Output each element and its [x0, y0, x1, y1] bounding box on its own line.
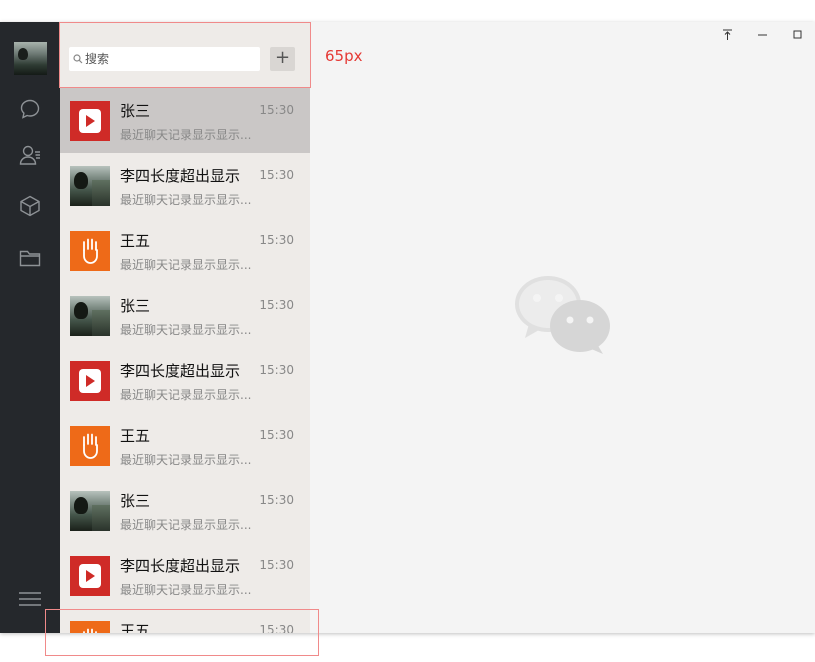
chat-list-item[interactable]: 李四长度超出显示 15:30 最近聊天记录显示显示... — [60, 153, 310, 218]
red-play-avatar — [70, 101, 110, 141]
chat-list-item[interactable]: 王五 15:30 最近聊天记录显示显示... — [60, 413, 310, 478]
chat-time: 15:30 — [259, 493, 294, 507]
chat-name: 李四长度超出显示 — [120, 557, 241, 575]
chat-preview: 最近聊天记录显示显示... — [120, 388, 252, 402]
chat-list-item[interactable]: 李四长度超出显示 15:30 最近聊天记录显示显示... — [60, 348, 310, 413]
chat-time: 15:30 — [259, 558, 294, 572]
menu-icon[interactable] — [18, 587, 42, 611]
window-controls — [685, 22, 815, 48]
chat-time: 15:30 — [259, 298, 294, 312]
red-play-avatar — [70, 361, 110, 401]
chat-preview: 最近聊天记录显示显示... — [120, 518, 252, 532]
photo-avatar — [70, 166, 110, 206]
chat-preview: 最近聊天记录显示显示... — [120, 583, 252, 597]
cube-icon[interactable] — [18, 194, 42, 218]
chat-name: 李四长度超出显示 — [120, 167, 241, 185]
photo-avatar — [70, 491, 110, 531]
chat-time: 15:30 — [259, 168, 294, 182]
chat-name: 李四长度超出显示 — [120, 362, 241, 380]
app-window: + 张三15:30最近聊天记录显示显示...李四长度超出显示15:30最近聊天记… — [0, 22, 815, 633]
chat-list-item[interactable]: 张三 15:30 最近聊天记录显示显示... — [60, 478, 310, 543]
folder-icon[interactable] — [18, 246, 42, 270]
chat-list-item[interactable]: 张三 15:30 最近聊天记录显示显示... — [60, 88, 310, 153]
play-badge-icon — [79, 564, 101, 588]
chat-preview: 最近聊天记录显示显示... — [120, 193, 252, 207]
nav-rail — [0, 22, 60, 633]
chat-list-item[interactable]: 王五 15:30 最近聊天记录显示显示... — [60, 218, 310, 283]
contacts-icon[interactable] — [18, 143, 42, 167]
hand-icon — [70, 426, 110, 466]
photo-avatar — [70, 296, 110, 336]
annotation-label: 65px — [325, 47, 363, 65]
chat-preview: 最近聊天记录显示显示... — [120, 128, 252, 142]
chat-name: 张三 — [120, 102, 151, 120]
chat-name: 张三 — [120, 297, 151, 315]
annotation-box-footer — [45, 609, 319, 656]
annotation-box-header — [59, 22, 311, 88]
chat-time: 15:30 — [259, 233, 294, 247]
play-badge-icon — [79, 369, 101, 393]
chat-bubble-icon[interactable] — [18, 97, 42, 121]
hand-icon — [70, 231, 110, 271]
chat-preview: 最近聊天记录显示显示... — [120, 258, 252, 272]
maximize-icon[interactable] — [788, 26, 806, 44]
chat-list-item[interactable]: 张三 15:30 最近聊天记录显示显示... — [60, 283, 310, 348]
wechat-logo-icon — [515, 274, 611, 354]
chat-name: 王五 — [120, 232, 151, 250]
chat-name: 张三 — [120, 492, 151, 510]
chat-time: 15:30 — [259, 103, 294, 117]
chat-list-item[interactable]: 李四长度超出显示 15:30 最近聊天记录显示显示... — [60, 543, 310, 608]
minimize-icon[interactable] — [753, 26, 771, 44]
chat-time: 15:30 — [259, 428, 294, 442]
chat-preview: 最近聊天记录显示显示... — [120, 453, 252, 467]
chat-time: 15:30 — [259, 363, 294, 377]
pin-top-icon[interactable] — [718, 26, 736, 44]
user-avatar[interactable] — [14, 42, 47, 75]
chat-name: 王五 — [120, 427, 151, 445]
chat-preview: 最近聊天记录显示显示... — [120, 323, 252, 337]
chat-list-panel: + 张三15:30最近聊天记录显示显示...李四长度超出显示15:30最近聊天记… — [60, 22, 310, 633]
play-badge-icon — [79, 109, 101, 133]
red-play-avatar — [70, 556, 110, 596]
